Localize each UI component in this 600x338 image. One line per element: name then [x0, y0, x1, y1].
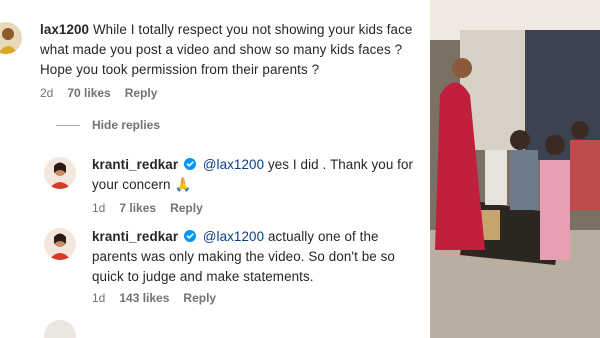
comments-panel: lax1200 While I totally respect you not … [0, 0, 430, 338]
reply-avatar[interactable] [44, 320, 76, 338]
commenter-avatar[interactable] [0, 22, 22, 54]
comment-username[interactable]: lax1200 [40, 22, 89, 37]
verified-badge-icon [183, 158, 196, 170]
comment-meta: 2d 70 likes Reply [40, 86, 157, 100]
reply-likes[interactable]: 143 likes [119, 291, 169, 305]
reply-button[interactable]: Reply [125, 86, 158, 100]
reply-time: 1d [92, 291, 106, 305]
verified-badge-icon [183, 230, 196, 242]
reply-meta: 1d 143 likes Reply [92, 291, 216, 305]
reply-button[interactable]: Reply [183, 291, 216, 305]
comment-body: lax1200 While I totally respect you not … [40, 20, 425, 80]
comment-time: 2d [40, 86, 54, 100]
reply-avatar[interactable] [44, 228, 76, 260]
reply-meta: 1d 7 likes Reply [92, 201, 203, 215]
reply-mention[interactable]: @lax1200 [203, 229, 264, 244]
hide-replies-button[interactable]: Hide replies [56, 118, 160, 132]
reply-username[interactable]: kranti_redkar [92, 157, 178, 172]
reply-body: kranti_redkar @lax1200 actually one of t… [92, 227, 424, 287]
reply-likes[interactable]: 7 likes [119, 201, 156, 215]
folded-hands-icon: 🙏 [174, 177, 192, 192]
comment-text: While I totally respect you not showing … [40, 22, 413, 77]
reply-mention[interactable]: @lax1200 [203, 157, 264, 172]
reply-avatar[interactable] [44, 157, 76, 189]
comment-likes[interactable]: 70 likes [67, 86, 110, 100]
hide-replies-label: Hide replies [92, 118, 161, 132]
hide-replies-divider [56, 124, 80, 126]
reply-body: kranti_redkar @lax1200 yes I did . Thank… [92, 155, 422, 195]
video-still-image [430, 0, 600, 338]
reply-button[interactable]: Reply [170, 201, 203, 215]
video-frame[interactable] [430, 0, 600, 338]
reply-time: 1d [92, 201, 106, 215]
reply-username[interactable]: kranti_redkar [92, 229, 178, 244]
